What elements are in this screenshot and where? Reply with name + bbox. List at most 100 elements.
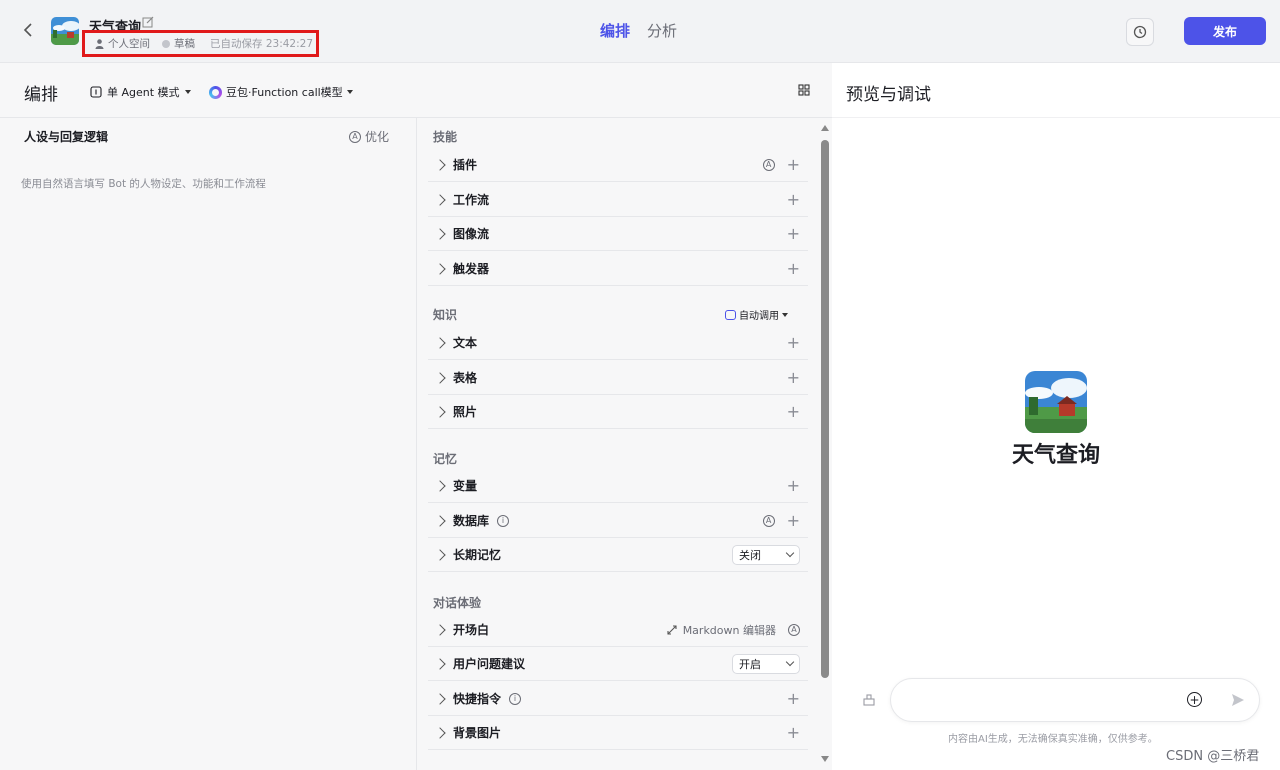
chevron-right-icon (434, 193, 446, 206)
info-icon[interactable]: i (509, 692, 522, 705)
info-icon[interactable]: i (497, 514, 510, 527)
chevron-right-icon (434, 371, 446, 384)
person-icon (95, 38, 104, 49)
robot-icon (725, 309, 736, 320)
chevron-right-icon (434, 227, 446, 240)
section-knowledge: 知识 (433, 308, 458, 322)
row-label: 变量 (453, 479, 478, 493)
markdown-editor-button[interactable]: Markdown 编辑器 (667, 622, 776, 638)
chevron-right-icon (434, 623, 446, 636)
add-icon[interactable]: + (787, 260, 800, 277)
add-icon[interactable]: + (787, 369, 800, 386)
ai-icon[interactable]: A (762, 514, 775, 527)
scroll-up-arrow[interactable] (821, 125, 829, 131)
caret-down-icon (184, 90, 191, 94)
memory-longterm-row[interactable]: 长期记忆 关闭 (428, 538, 808, 572)
model-label: 豆包·Function call模型 (226, 86, 343, 99)
chevron-right-icon (434, 692, 446, 705)
add-icon[interactable]: + (787, 512, 800, 529)
send-icon[interactable] (1230, 692, 1246, 708)
bot-avatar (51, 17, 79, 45)
dialog-suggestion-row[interactable]: 用户问题建议 开启 (428, 647, 808, 681)
add-icon[interactable]: + (787, 690, 800, 707)
chevron-down-icon (785, 657, 795, 667)
row-label: 文本 (453, 336, 478, 350)
row-label: 快捷指令 (453, 692, 502, 706)
knowledge-text-row[interactable]: 文本 + (428, 326, 808, 360)
dialog-opening-row[interactable]: 开场白 Markdown 编辑器 A (428, 613, 808, 647)
watermark: CSDN @三桥君 (1166, 749, 1260, 764)
scrollbar-thumb[interactable] (821, 140, 829, 678)
publish-button[interactable]: 发布 (1184, 17, 1266, 45)
auto-call-select[interactable]: 自动调用 (725, 307, 788, 322)
optimize-button[interactable]: A 优化 (349, 128, 389, 145)
section-skills: 技能 (433, 130, 458, 144)
row-label: 图像流 (453, 227, 490, 241)
autosave-label: 已自动保存 23:42:27 (210, 38, 313, 50)
expand-icon (667, 624, 677, 635)
ai-icon[interactable]: A (762, 158, 775, 171)
knowledge-table-row[interactable]: 表格 + (428, 361, 808, 395)
add-icon[interactable]: + (787, 156, 800, 173)
add-icon[interactable]: + (787, 724, 800, 741)
chevron-right-icon (434, 405, 446, 418)
add-icon[interactable]: + (787, 477, 800, 494)
model-select[interactable]: 豆包·Function call模型 (209, 84, 353, 100)
markdown-label: Markdown 编辑器 (682, 623, 776, 637)
edit-title: 编排 (24, 85, 58, 105)
preview-bot-name: 天气查询 (1011, 443, 1100, 468)
row-label: 插件 (453, 158, 478, 172)
chevron-right-icon (434, 479, 446, 492)
agent-mode-select[interactable]: 单 Agent 模式 (90, 84, 191, 100)
tab-analysis[interactable]: 分析 (647, 20, 677, 41)
suggestion-select[interactable]: 开启 (732, 653, 800, 674)
skill-imageflow-row[interactable]: 图像流 + (428, 217, 808, 251)
back-icon[interactable] (18, 20, 38, 40)
caret-down-icon (346, 90, 353, 94)
caret-down-icon (782, 312, 788, 317)
add-circle-icon[interactable]: + (1187, 692, 1202, 707)
select-value: 开启 (739, 657, 761, 671)
preview-title: 预览与调试 (846, 85, 931, 105)
row-label: 用户问题建议 (453, 657, 526, 671)
row-label: 长期记忆 (453, 548, 502, 562)
edit-icon[interactable] (142, 16, 156, 30)
scroll-down-arrow[interactable] (821, 756, 829, 762)
select-value: 关闭 (739, 548, 761, 562)
chevron-right-icon (434, 336, 446, 349)
dialog-background-row[interactable]: 背景图片 + (428, 716, 808, 750)
space-label: 个人空间 (108, 38, 150, 50)
add-icon[interactable]: + (787, 191, 800, 208)
add-icon[interactable]: + (787, 334, 800, 351)
skill-plugin-row[interactable]: 插件 A + (428, 148, 808, 182)
memory-database-row[interactable]: 数据库 i A + (428, 504, 808, 538)
add-icon[interactable]: + (787, 403, 800, 420)
chevron-right-icon (434, 548, 446, 561)
history-button[interactable] (1126, 18, 1154, 46)
row-label: 照片 (453, 405, 478, 419)
agent-icon (90, 86, 102, 98)
ai-icon[interactable]: A (788, 623, 800, 636)
auto-call-label: 自动调用 (739, 311, 779, 322)
chat-input[interactable] (907, 691, 1177, 711)
persona-input[interactable] (20, 170, 400, 750)
longterm-memory-select[interactable]: 关闭 (732, 544, 800, 565)
knowledge-photo-row[interactable]: 照片 + (428, 395, 808, 429)
doubao-logo-icon (209, 85, 222, 99)
row-label: 背景图片 (453, 726, 502, 740)
chevron-right-icon (434, 657, 446, 670)
status-dot-icon (162, 39, 170, 48)
clear-history-icon[interactable] (862, 693, 876, 707)
section-memory: 记忆 (433, 452, 458, 466)
memory-variable-row[interactable]: 变量 + (428, 469, 808, 503)
add-icon[interactable]: + (787, 225, 800, 242)
skill-trigger-row[interactable]: 触发器 + (428, 252, 808, 286)
tab-arrange[interactable]: 编排 (600, 20, 630, 41)
dialog-shortcut-row[interactable]: 快捷指令 i + (428, 682, 808, 716)
chevron-right-icon (434, 262, 446, 275)
chat-input-box (890, 678, 1260, 722)
skill-workflow-row[interactable]: 工作流 + (428, 183, 808, 217)
layout-grid-icon[interactable] (798, 84, 810, 96)
section-dialog: 对话体验 (433, 596, 482, 610)
bot-meta: 个人空间 草稿 已自动保存 23:42:27 (95, 36, 313, 51)
